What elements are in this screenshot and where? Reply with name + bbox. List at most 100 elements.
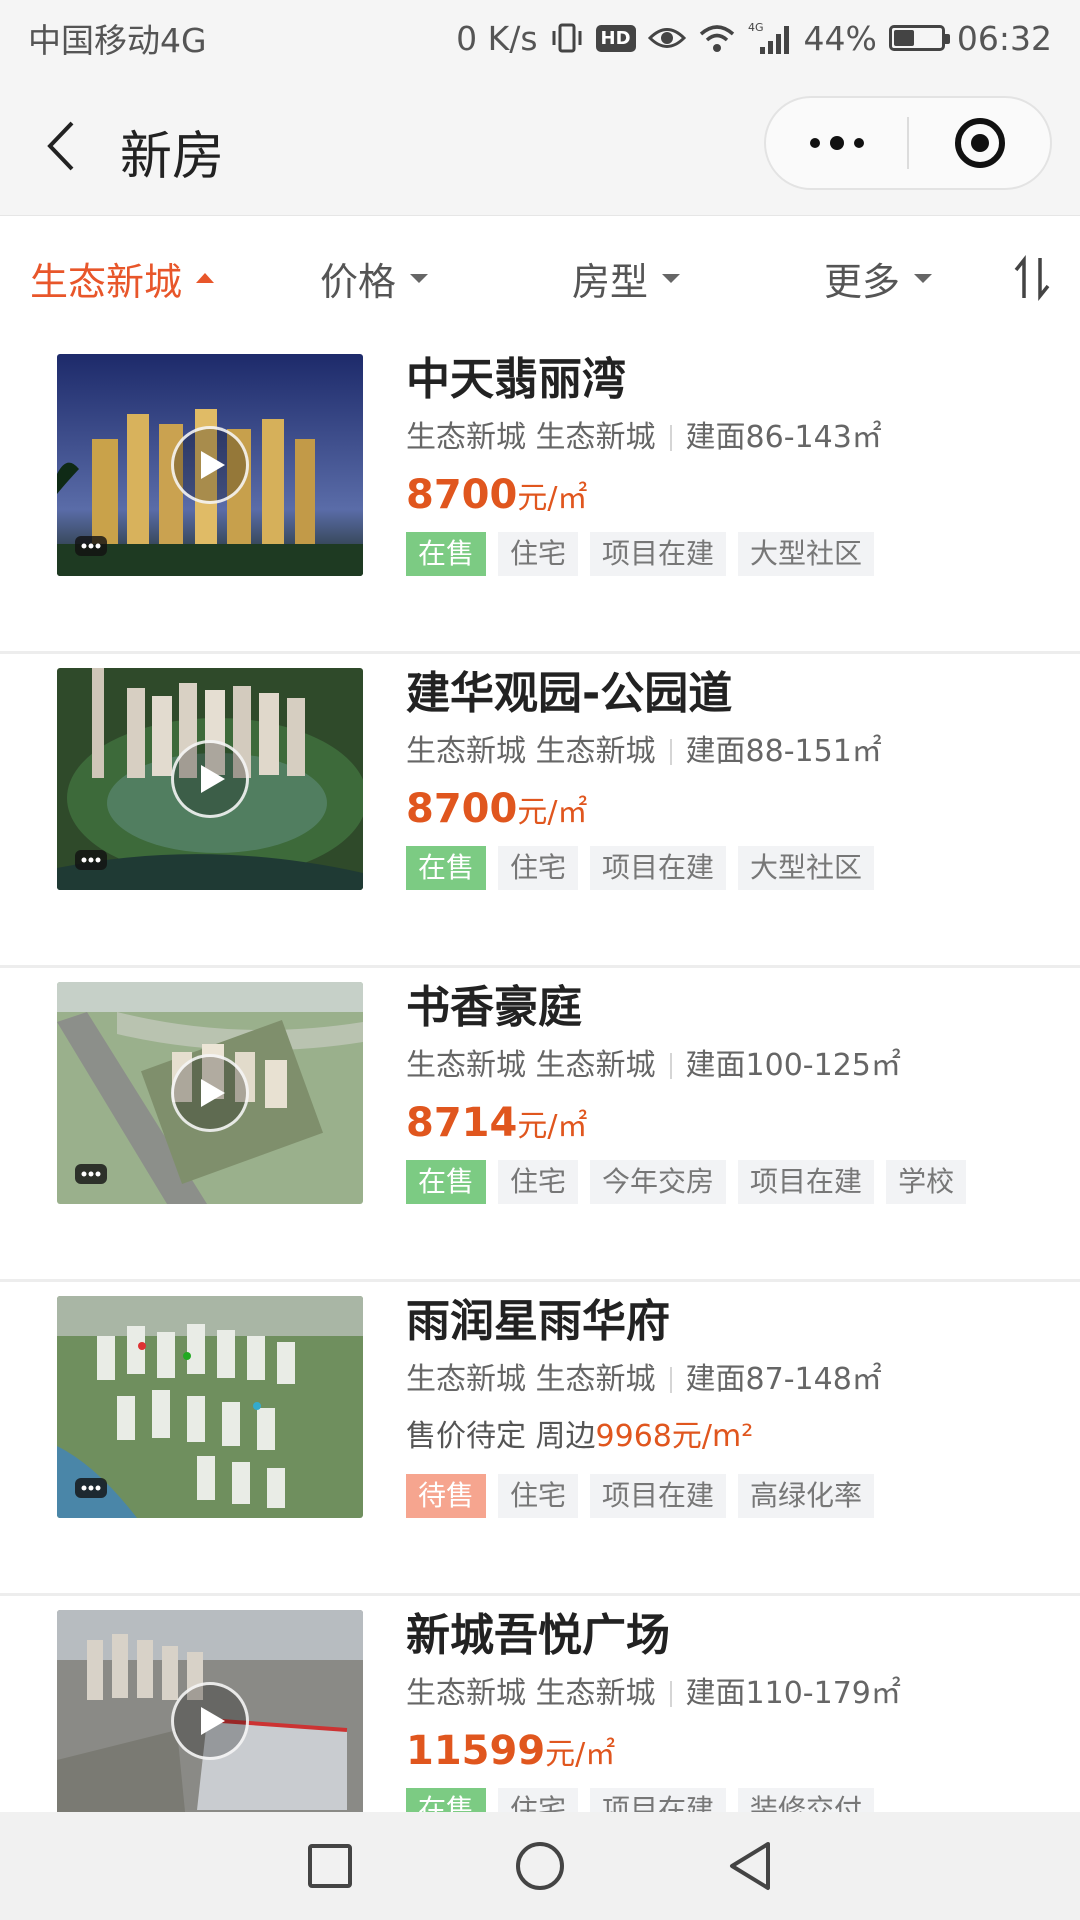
status-badge: 在售 <box>406 532 487 576</box>
price-value: 8700 <box>406 472 518 518</box>
tag: 住宅 <box>498 1474 579 1518</box>
listing-info: 新城吾悦广场 生态新城 生态新城 建面110-179㎡ 11599元/㎡ 在售 住… <box>406 1596 1056 1812</box>
listing-info: 中天翡丽湾 生态新城 生态新城 建面86-143㎡ 8700元/㎡ 在售 住宅 项… <box>406 340 1056 576</box>
listing-tags: 待售 住宅 项目在建 高绿化率 <box>406 1474 1056 1518</box>
divider <box>669 1053 672 1079</box>
tag: 今年交房 <box>590 1160 727 1204</box>
status-badge: 在售 <box>406 846 487 890</box>
comment-icon <box>75 1164 107 1184</box>
price-unit: 元/㎡ <box>517 795 588 830</box>
play-icon <box>201 1707 225 1735</box>
listing-tags: 在售 住宅 今年交房 项目在建 学校 <box>406 1160 1056 1204</box>
miniprogram-capsule <box>764 96 1052 190</box>
vibrate-icon <box>550 21 584 55</box>
circle-icon <box>516 1842 564 1890</box>
comment-icon <box>75 1478 107 1498</box>
listing-district: 生态新城 生态新城 <box>406 734 656 769</box>
price-unit: 元/㎡ <box>517 1109 588 1144</box>
tag: 项目在建 <box>590 1474 727 1518</box>
filter-more[interactable]: 更多 <box>824 251 974 306</box>
tag: 学校 <box>886 1160 967 1204</box>
caret-up-icon <box>196 273 215 283</box>
tag: 大型社区 <box>738 532 875 576</box>
signal-icon: 4G <box>748 21 792 55</box>
page-title: 新房 <box>120 127 225 187</box>
play-icon <box>201 451 225 479</box>
play-video-button[interactable] <box>171 1682 249 1760</box>
status-icons: 0 K/s HD 4G 44% 06:32 <box>456 19 1052 58</box>
square-icon <box>308 1844 352 1888</box>
listing-name: 新城吾悦广场 <box>406 1610 670 1661</box>
listing-area: 建面87-148㎡ <box>685 1362 882 1397</box>
listing-price: 售价待定 周边9968元/m² <box>406 1408 1056 1466</box>
listing-name: 书香豪庭 <box>406 982 582 1033</box>
wifi-icon <box>698 22 736 54</box>
tag: 住宅 <box>498 1788 579 1812</box>
listing-list: 中天翡丽湾 生态新城 生态新城 建面86-143㎡ 8700元/㎡ 在售 住宅 项… <box>0 340 1080 1812</box>
status-badge: 在售 <box>406 1788 487 1812</box>
listing-area: 建面100-125㎡ <box>685 1048 901 1083</box>
battery-icon <box>888 25 950 51</box>
listing-thumbnail[interactable] <box>57 982 363 1204</box>
listing-card[interactable]: 雨润星雨华府 生态新城 生态新城 建面87-148㎡ 售价待定 周边9968元/m… <box>0 1282 1080 1596</box>
filter-district[interactable]: 生态新城 <box>30 251 320 306</box>
listing-card[interactable]: 新城吾悦广场 生态新城 生态新城 建面110-179㎡ 11599元/㎡ 在售 住… <box>0 1596 1080 1812</box>
sort-button[interactable] <box>1012 254 1052 302</box>
listing-thumbnail[interactable] <box>57 668 363 890</box>
listing-district: 生态新城 生态新城 <box>406 1362 656 1397</box>
recent-apps-button[interactable] <box>300 1836 360 1896</box>
listing-card[interactable]: 建华观园-公园道 生态新城 生态新城 建面88-151㎡ 8700元/㎡ 在售 住… <box>0 654 1080 968</box>
hd-icon: HD <box>595 24 636 52</box>
listing-location: 生态新城 生态新城 建面100-125㎡ <box>406 1044 1056 1088</box>
listing-thumbnail[interactable] <box>57 1610 363 1812</box>
back-nav-button[interactable] <box>720 1836 780 1896</box>
price-pending-note: 售价待定 周边 <box>406 1419 596 1454</box>
caret-down-icon <box>914 273 933 283</box>
tag: 装修交付 <box>738 1788 875 1812</box>
listing-info: 建华观园-公园道 生态新城 生态新城 建面88-151㎡ 8700元/㎡ 在售 住… <box>406 654 1056 890</box>
listing-price: 8700元/㎡ <box>406 466 1056 524</box>
play-video-button[interactable] <box>171 740 249 818</box>
filter-layout[interactable]: 房型 <box>572 251 824 306</box>
filter-layout-label: 房型 <box>572 259 649 304</box>
tag: 项目在建 <box>590 532 727 576</box>
listing-thumbnail[interactable] <box>57 1296 363 1518</box>
listing-info: 书香豪庭 生态新城 生态新城 建面100-125㎡ 8714元/㎡ 在售 住宅 今… <box>406 968 1056 1204</box>
play-video-button[interactable] <box>171 426 249 504</box>
listing-name: 雨润星雨华府 <box>406 1296 670 1347</box>
nearby-price: 9968元/m² <box>595 1419 754 1454</box>
title-bar: 新房 <box>0 76 1080 216</box>
status-bar: 中国移动4G 0 K/s HD 4G 44% 06:32 <box>0 0 1080 76</box>
divider <box>669 1367 672 1393</box>
back-button[interactable] <box>36 116 86 176</box>
comment-icon <box>75 850 107 870</box>
filter-price[interactable]: 价格 <box>320 251 572 306</box>
close-miniprogram-button[interactable] <box>909 98 1050 188</box>
listing-name: 建华观园-公园道 <box>406 668 733 719</box>
filter-district-label: 生态新城 <box>30 259 183 304</box>
more-button[interactable] <box>766 98 907 188</box>
price-value: 8700 <box>406 786 518 832</box>
home-button[interactable] <box>510 1836 570 1896</box>
system-nav-bar <box>0 1812 1080 1920</box>
listing-district: 生态新城 生态新城 <box>406 1676 656 1711</box>
listing-name: 中天翡丽湾 <box>406 354 626 405</box>
listing-price: 11599元/㎡ <box>406 1722 1056 1780</box>
tag: 高绿化率 <box>738 1474 875 1518</box>
tag: 大型社区 <box>738 846 875 890</box>
price-unit: 元/㎡ <box>517 481 588 516</box>
listing-card[interactable]: 书香豪庭 生态新城 生态新城 建面100-125㎡ 8714元/㎡ 在售 住宅 今… <box>0 968 1080 1282</box>
listing-price: 8700元/㎡ <box>406 780 1056 838</box>
back-arrow-icon <box>47 121 74 171</box>
filter-price-label: 价格 <box>320 259 397 304</box>
tag: 项目在建 <box>590 846 727 890</box>
listing-card[interactable]: 中天翡丽湾 生态新城 生态新城 建面86-143㎡ 8700元/㎡ 在售 住宅 项… <box>0 340 1080 654</box>
play-video-button[interactable] <box>171 1054 249 1132</box>
tag: 项目在建 <box>738 1160 875 1204</box>
listing-location: 生态新城 生态新城 建面86-143㎡ <box>406 416 1056 460</box>
filter-bar: 生态新城 价格 房型 更多 <box>0 216 1080 340</box>
listing-thumbnail[interactable] <box>57 354 363 576</box>
divider <box>669 1681 672 1707</box>
listing-location: 生态新城 生态新城 建面110-179㎡ <box>406 1672 1056 1716</box>
battery-percent: 44% <box>803 18 877 58</box>
